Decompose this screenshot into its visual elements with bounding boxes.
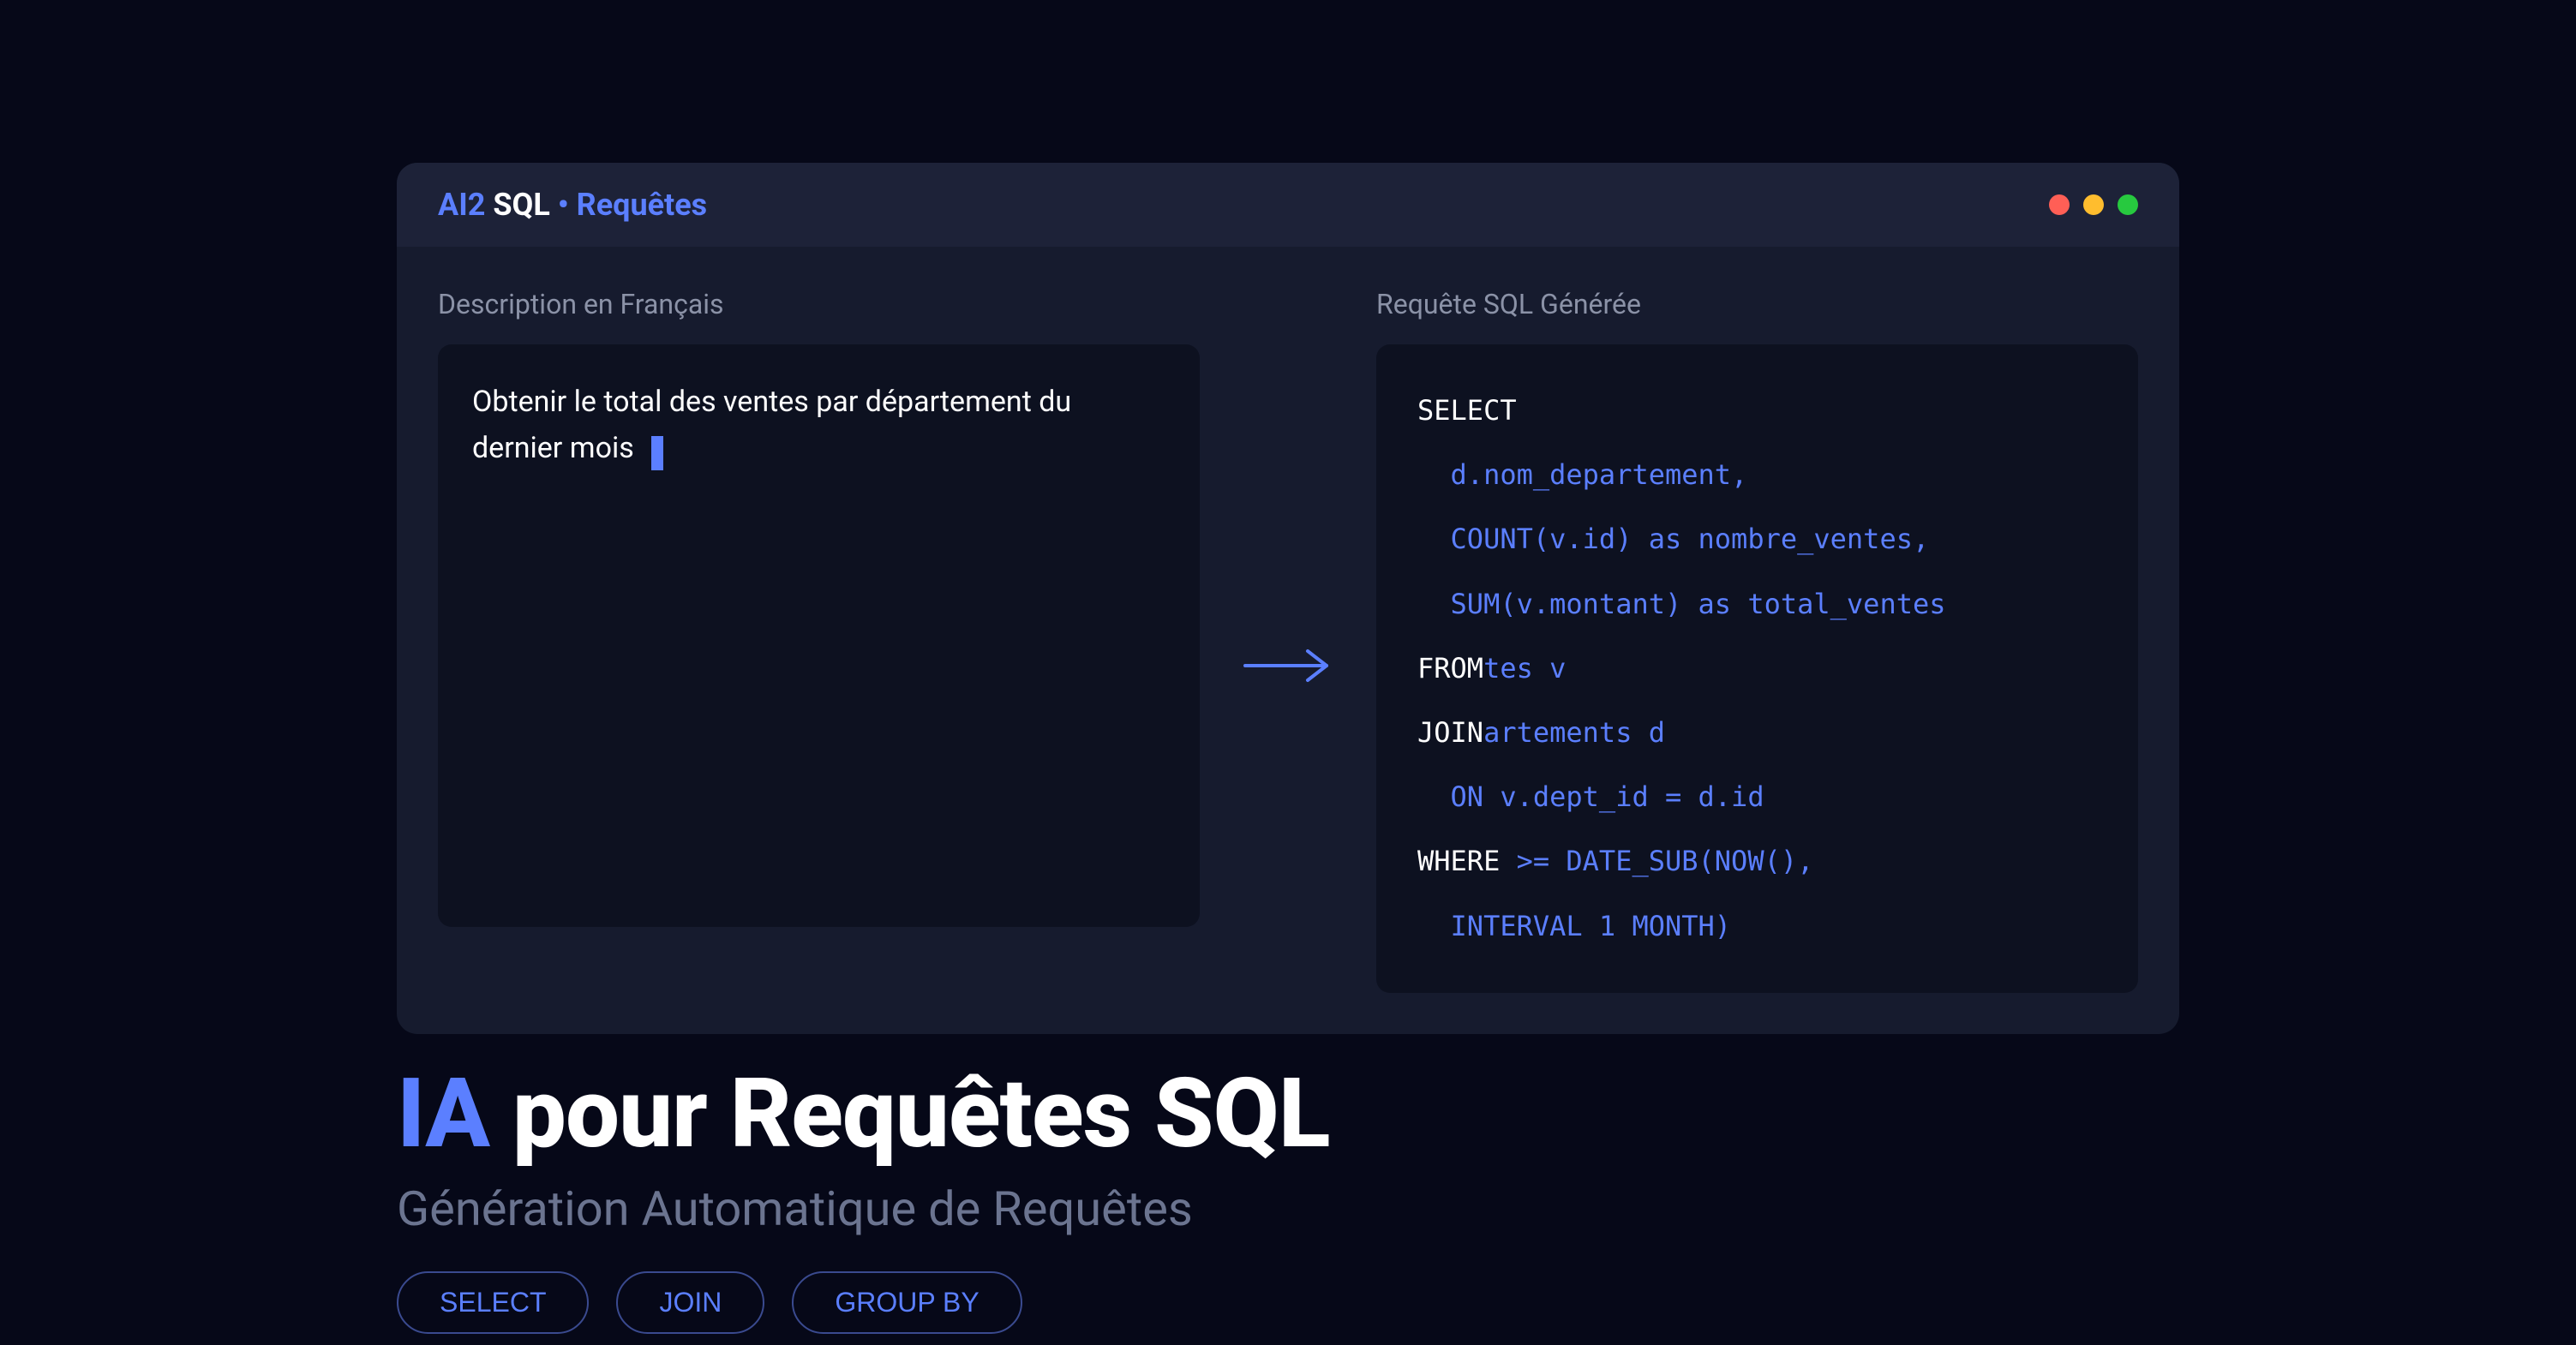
output-label: Requête SQL Générée bbox=[1376, 288, 2138, 320]
sql-line: JOIN departements d bbox=[1417, 701, 2097, 765]
editor-header: AI2 SQL • Requêtes bbox=[397, 163, 2179, 247]
sql-line: INTERVAL 1 MONTH) bbox=[1417, 894, 2097, 959]
sql-line: FROM ventes v bbox=[1417, 637, 2097, 701]
title-white: SQL bbox=[493, 187, 549, 223]
sql-keyword: WHERE bbox=[1417, 829, 1500, 894]
close-icon[interactable] bbox=[2049, 194, 2070, 215]
output-pane: Requête SQL Générée SELECT d.nom_departe… bbox=[1376, 288, 2138, 993]
minimize-icon[interactable] bbox=[2083, 194, 2104, 215]
chip-select[interactable]: SELECT bbox=[397, 1271, 589, 1334]
title-accent-2: Requêtes bbox=[577, 187, 708, 223]
input-pane: Description en Français Obtenir le total… bbox=[438, 288, 1200, 993]
description-input[interactable]: Obtenir le total des ventes par départem… bbox=[438, 344, 1200, 927]
sql-line: d.nom_departement, bbox=[1417, 443, 2097, 507]
hero-section: IA pour Requêtes SQL Génération Automati… bbox=[397, 1061, 2179, 1334]
editor-title: AI2 SQL • Requêtes bbox=[438, 187, 707, 223]
sql-rest: SUM(v.montant) as total_ventes bbox=[1417, 588, 1946, 620]
sql-rest: ON v.dept_id = d.id bbox=[1417, 780, 1764, 813]
sql-keyword: JOIN bbox=[1417, 701, 1483, 765]
editor-body: Description en Français Obtenir le total… bbox=[397, 247, 2179, 1034]
traffic-lights bbox=[2049, 194, 2138, 215]
text-cursor-icon bbox=[651, 436, 663, 470]
sql-line: SUM(v.montant) as total_ventes bbox=[1417, 572, 2097, 637]
sql-rest: SELECT bbox=[1417, 394, 1517, 427]
hero-rest: pour Requêtes SQL bbox=[489, 1058, 1329, 1170]
sql-line: SELECT bbox=[1417, 379, 2097, 443]
sql-output: SELECT d.nom_departement, COUNT(v.id) as… bbox=[1376, 344, 2138, 993]
sql-rest: COUNT(v.id) as nombre_ventes, bbox=[1417, 523, 1929, 555]
title-accent-1: AI2 bbox=[438, 187, 485, 223]
input-text: Obtenir le total des ventes par départem… bbox=[472, 385, 1071, 465]
sql-line: COUNT(v.id) as nombre_ventes, bbox=[1417, 507, 2097, 571]
arrow-icon bbox=[1241, 288, 1335, 993]
maximize-icon[interactable] bbox=[2118, 194, 2138, 215]
title-bullet: • bbox=[558, 187, 569, 223]
sql-line: ON v.dept_id = d.id bbox=[1417, 765, 2097, 829]
input-label: Description en Français bbox=[438, 288, 1200, 320]
sql-rest: INTERVAL 1 MONTH) bbox=[1417, 910, 1731, 942]
chip-row: SELECT JOIN GROUP BY bbox=[397, 1271, 2179, 1334]
page-subtitle: Génération Automatique de Requêtes bbox=[397, 1181, 2179, 1237]
sql-line: WHERE date >= DATE_SUB(NOW(), bbox=[1417, 829, 2097, 894]
hero-accent: IA bbox=[397, 1058, 489, 1170]
editor-window: AI2 SQL • Requêtes Description en França… bbox=[397, 163, 2179, 1034]
chip-join[interactable]: JOIN bbox=[616, 1271, 764, 1334]
sql-keyword: FROM bbox=[1417, 637, 1483, 701]
chip-group-by[interactable]: GROUP BY bbox=[792, 1271, 1021, 1334]
sql-rest: d.nom_departement, bbox=[1417, 458, 1747, 491]
page-title: IA pour Requêtes SQL bbox=[397, 1061, 2179, 1167]
